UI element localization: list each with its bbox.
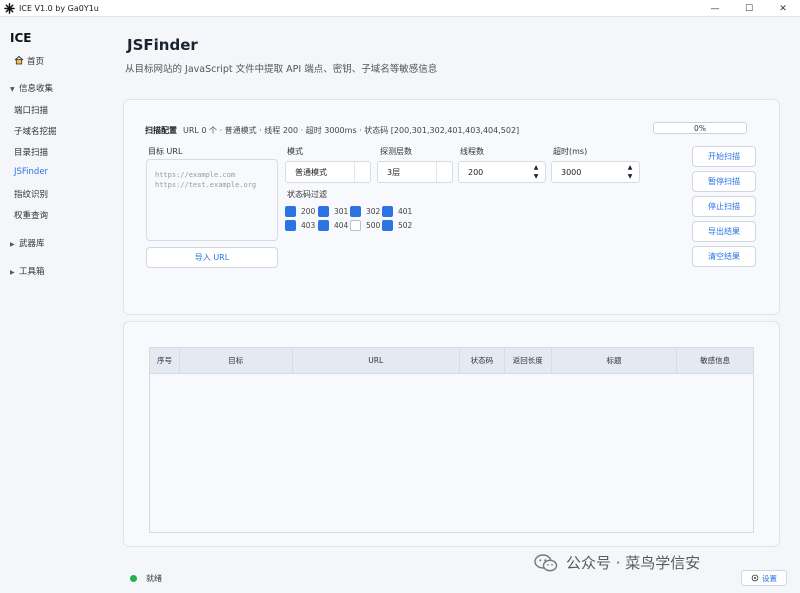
sidebar-group-label: 武器库 bbox=[19, 239, 45, 249]
minimize-button[interactable]: — bbox=[698, 0, 732, 17]
threads-spinbox[interactable]: 200 ▲ ▼ bbox=[458, 161, 546, 183]
scan-config-card: 扫描配置 URL 0 个 · 普通模式 · 线程 200 · 超时 3000ms … bbox=[123, 99, 780, 315]
checkbox-box bbox=[382, 206, 393, 217]
status-text: 就绪 bbox=[146, 574, 162, 583]
dropdown-arrow-icon bbox=[436, 162, 452, 182]
checkbox-box bbox=[285, 220, 296, 231]
progress-bar: 0% bbox=[653, 122, 747, 134]
page-subtitle: 从目标网站的 JavaScript 文件中提取 API 端点、密钥、子域名等敏感… bbox=[125, 64, 438, 75]
sidebar: ICE 首页 ▼ 信息收集 端口扫描 子域名挖掘 目录扫描 JSFinder 指纹… bbox=[0, 17, 100, 593]
caret-down-icon: ▼ bbox=[10, 86, 15, 93]
config-summary-text: URL 0 个 · 普通模式 · 线程 200 · 超时 3000ms · 状态… bbox=[183, 126, 520, 135]
gear-icon bbox=[751, 574, 759, 582]
checkbox-box bbox=[350, 206, 361, 217]
column-header[interactable]: 目标 bbox=[180, 348, 293, 373]
pause-scan-button[interactable]: 暂停扫描 bbox=[692, 171, 756, 192]
mode-select[interactable]: 普通模式 bbox=[285, 161, 371, 183]
caret-right-icon: ▶ bbox=[10, 241, 15, 248]
column-header[interactable]: 返回长度 bbox=[505, 348, 552, 373]
checkbox-box bbox=[382, 220, 393, 231]
results-table-header: 序号 目标 URL 状态码 返回长度 标题 敏感信息 bbox=[149, 347, 754, 373]
sidebar-item-fingerprint[interactable]: 指纹识别 bbox=[14, 188, 48, 200]
status-code-checkbox[interactable]: 500 bbox=[350, 220, 380, 231]
target-url-label: 目标 URL bbox=[148, 147, 183, 156]
timeout-label: 超时(ms) bbox=[553, 147, 588, 156]
mode-value: 普通模式 bbox=[295, 167, 327, 177]
dropdown-arrow-icon bbox=[354, 162, 370, 182]
spin-up-icon[interactable]: ▲ bbox=[534, 164, 539, 172]
stop-scan-button[interactable]: 停止扫描 bbox=[692, 196, 756, 217]
column-header[interactable]: 序号 bbox=[150, 348, 180, 373]
sidebar-group-label: 信息收集 bbox=[19, 84, 54, 94]
column-header[interactable]: URL bbox=[293, 348, 460, 373]
sidebar-item-home[interactable]: 首页 bbox=[14, 55, 44, 67]
mode-label: 模式 bbox=[287, 147, 303, 156]
checkbox-box bbox=[318, 220, 329, 231]
timeout-spinbox[interactable]: 3000 ▲ ▼ bbox=[551, 161, 640, 183]
sidebar-item-port-scan[interactable]: 端口扫描 bbox=[14, 104, 48, 116]
depth-value: 3层 bbox=[387, 167, 401, 177]
progress-text: 0% bbox=[694, 124, 706, 133]
start-scan-button[interactable]: 开始扫描 bbox=[692, 146, 756, 167]
home-icon bbox=[14, 55, 24, 65]
status-code-checkbox[interactable]: 404 bbox=[318, 220, 348, 231]
target-url-input[interactable]: https://example.com https://test.example… bbox=[146, 159, 278, 241]
timeout-value: 3000 bbox=[561, 167, 582, 177]
config-heading: 扫描配置 bbox=[145, 126, 177, 135]
app-logo: ICE bbox=[10, 31, 32, 45]
config-summary: 扫描配置 URL 0 个 · 普通模式 · 线程 200 · 超时 3000ms … bbox=[145, 125, 519, 136]
threads-label: 线程数 bbox=[460, 147, 484, 156]
sidebar-item-subdomain[interactable]: 子域名挖掘 bbox=[14, 125, 57, 137]
sidebar-group-label: 工具箱 bbox=[19, 267, 45, 277]
depth-select[interactable]: 3层 bbox=[377, 161, 453, 183]
checkbox-box bbox=[318, 206, 329, 217]
close-button[interactable]: ✕ bbox=[766, 0, 800, 17]
page-title: JSFinder bbox=[127, 36, 198, 54]
status-filter-label: 状态码过滤 bbox=[287, 190, 327, 199]
app-icon bbox=[4, 2, 15, 14]
sidebar-item-label: 首页 bbox=[27, 57, 45, 67]
column-header[interactable]: 敏感信息 bbox=[677, 348, 753, 373]
settings-label: 设置 bbox=[762, 573, 777, 583]
maximize-button[interactable]: ☐ bbox=[732, 0, 766, 17]
status-code-checkbox[interactable]: 200 bbox=[285, 206, 315, 217]
window-title: ICE V1.0 by Ga0Y1u bbox=[19, 3, 99, 13]
status-code-checkbox[interactable]: 401 bbox=[382, 206, 412, 217]
sidebar-group-arsenal[interactable]: ▶ 武器库 bbox=[10, 237, 45, 249]
status-code-checkbox[interactable]: 301 bbox=[318, 206, 348, 217]
depth-label: 探测层数 bbox=[380, 147, 412, 156]
sidebar-item-jsfinder[interactable]: JSFinder bbox=[14, 167, 48, 177]
sidebar-item-dir-scan[interactable]: 目录扫描 bbox=[14, 146, 48, 158]
main-content: JSFinder 从目标网站的 JavaScript 文件中提取 API 端点、… bbox=[100, 17, 800, 593]
spin-up-icon[interactable]: ▲ bbox=[628, 164, 633, 172]
export-results-button[interactable]: 导出结果 bbox=[692, 221, 756, 242]
column-header[interactable]: 状态码 bbox=[460, 348, 505, 373]
title-bar: ICE V1.0 by Ga0Y1u — ☐ ✕ bbox=[0, 0, 800, 17]
threads-value: 200 bbox=[468, 167, 484, 177]
status-code-checkbox[interactable]: 502 bbox=[382, 220, 412, 231]
wechat-icon bbox=[534, 553, 558, 571]
status-dot-icon bbox=[130, 575, 137, 582]
sidebar-item-weight-query[interactable]: 权重查询 bbox=[14, 209, 48, 221]
spin-down-icon[interactable]: ▼ bbox=[534, 173, 539, 181]
status-indicator: 就绪 bbox=[130, 573, 162, 584]
column-header[interactable]: 标题 bbox=[552, 348, 678, 373]
status-code-checkbox[interactable]: 302 bbox=[350, 206, 380, 217]
watermark: 公众号 · 菜鸟学信安 bbox=[534, 552, 700, 573]
caret-right-icon: ▶ bbox=[10, 269, 15, 276]
checkbox-box bbox=[285, 206, 296, 217]
checkbox-box bbox=[350, 220, 361, 231]
settings-button[interactable]: 设置 bbox=[741, 570, 787, 586]
status-code-checkbox[interactable]: 403 bbox=[285, 220, 315, 231]
sidebar-group-toolbox[interactable]: ▶ 工具箱 bbox=[10, 265, 45, 277]
results-table-body[interactable] bbox=[149, 373, 754, 533]
spin-down-icon[interactable]: ▼ bbox=[628, 173, 633, 181]
import-url-button[interactable]: 导入 URL bbox=[146, 247, 278, 268]
clear-results-button[interactable]: 清空结果 bbox=[692, 246, 756, 267]
watermark-text: 公众号 · 菜鸟学信安 bbox=[566, 554, 701, 572]
results-card: 序号 目标 URL 状态码 返回长度 标题 敏感信息 bbox=[123, 321, 780, 547]
sidebar-group-info-gathering[interactable]: ▼ 信息收集 bbox=[10, 82, 53, 94]
